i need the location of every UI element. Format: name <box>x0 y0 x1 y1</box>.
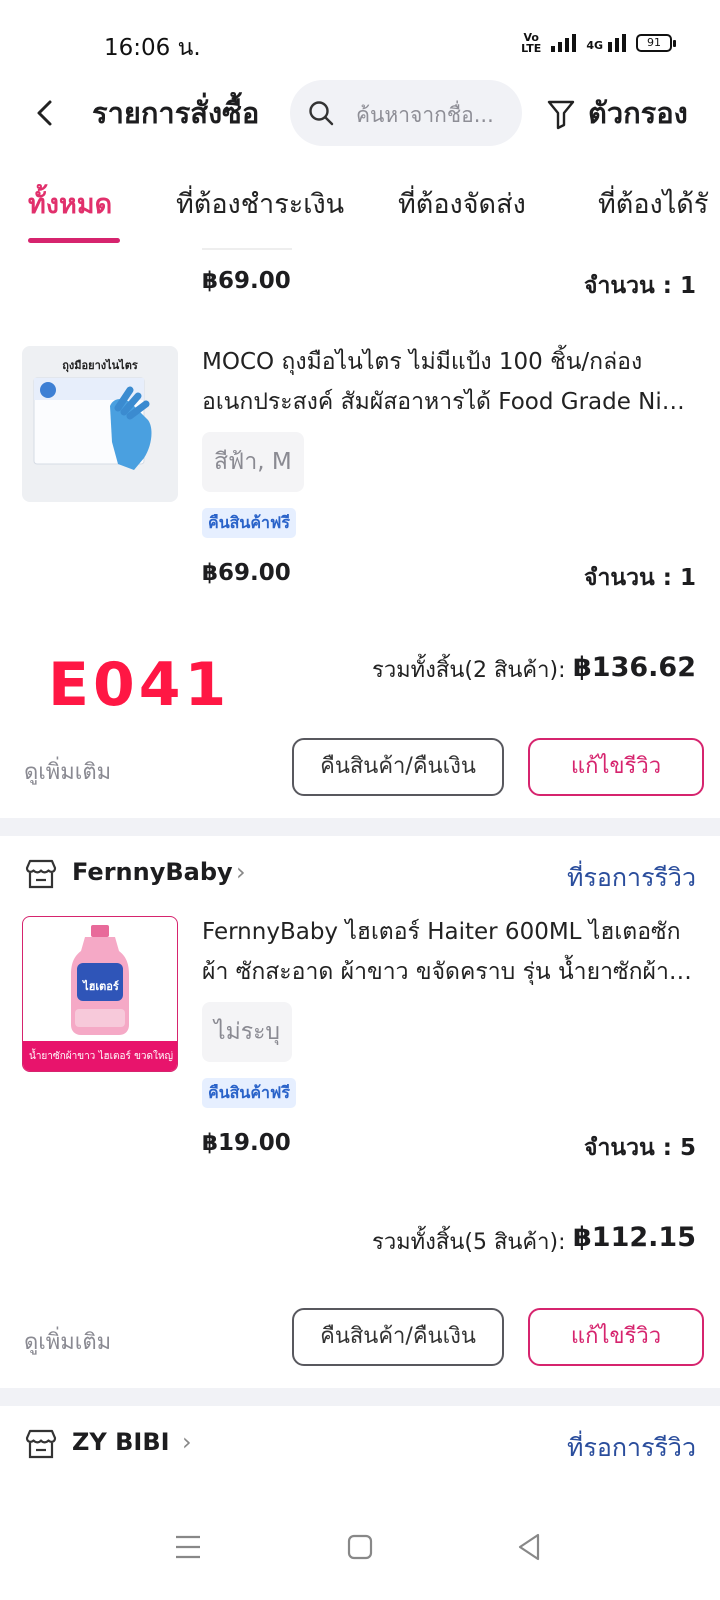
product-name-line1: FernnyBaby ไฮเตอร์ Haiter 600ML ไฮเตอซัก <box>202 919 681 945</box>
battery-icon: 91 <box>636 34 676 52</box>
tab-to-receive[interactable]: ที่ต้องได้รั <box>598 182 708 225</box>
product-name-line2: ผ้า ซักสะอาด ผ้าขาว ขจัดคราบ รุ่น น้ำยาซ… <box>202 959 692 985</box>
order-tabs: ทั้งหมด ที่ต้องชำระเงิน ที่ต้องจัดส่ง ที… <box>0 176 720 248</box>
product-name[interactable]: FernnyBaby ไฮเตอร์ Haiter 600ML ไฮเตอซัก… <box>202 912 692 992</box>
search-input[interactable]: ค้นหาจากชื่อ... <box>290 80 522 146</box>
gloves-box-image <box>33 377 152 470</box>
status-icons: Vo LTE 4G 91 <box>521 31 676 55</box>
shop-icon <box>25 859 57 889</box>
active-tab-indicator <box>28 238 120 243</box>
item-price: ฿69.00 <box>202 268 291 294</box>
back-triangle-icon[interactable] <box>510 1527 550 1567</box>
tab-to-ship[interactable]: ที่ต้องจัดส่ง <box>398 182 526 225</box>
see-more-link[interactable]: ดูเพิ่มเติม <box>24 1324 111 1359</box>
product-name-line1: MOCO ถุงมือไนไตร ไม่มีแป้ง 100 ชิ้น/กล่อ… <box>202 349 643 375</box>
shop-icon <box>25 1429 57 1459</box>
order-total-label: รวมทั้งสิ้น(5 สินค้า): <box>372 1230 566 1255</box>
signal-icon <box>551 34 577 52</box>
product-variant: สีฟ้า, M <box>202 432 304 492</box>
item-quantity: จำนวน : 5 <box>584 1135 696 1161</box>
return-refund-button[interactable]: คืนสินค้า/คืนเงิน <box>292 738 504 796</box>
volte-icon: Vo LTE <box>521 31 542 55</box>
chevron-right-icon[interactable]: › <box>236 858 246 886</box>
order-total-value: ฿136.62 <box>573 652 696 683</box>
search-placeholder: ค้นหาจากชื่อ... <box>356 103 494 127</box>
item-price: ฿69.00 <box>202 560 291 586</box>
shop-name[interactable]: ZY BIBI <box>72 1428 170 1456</box>
back-icon[interactable] <box>30 98 60 128</box>
app-header: รายการสั่งซื้อ ค้นหาจากชื่อ... ตัวกรอง <box>0 80 720 150</box>
item-quantity: จำนวน : 1 <box>584 565 696 591</box>
edit-review-button[interactable]: แก้ไขรีวิว <box>528 1308 704 1366</box>
bottle-label: ไฮเตอร์ <box>83 980 119 993</box>
order-total-value: ฿112.15 <box>573 1222 696 1253</box>
order-status: ที่รอการรีวิว <box>566 863 696 892</box>
order-divider <box>0 1388 720 1406</box>
item-quantity: จำนวน : 1 <box>584 273 696 299</box>
search-icon <box>309 101 334 126</box>
return-refund-button[interactable]: คืนสินค้า/คืนเงิน <box>292 1308 504 1366</box>
signal-4g-icon: 4G <box>586 34 626 52</box>
product-thumbnail-gloves[interactable]: ถุงมือยางไนไตร <box>22 346 178 502</box>
shop-name[interactable]: FernnyBaby <box>72 858 233 886</box>
home-icon[interactable] <box>340 1527 380 1567</box>
item-divider <box>202 248 292 250</box>
free-return-badge: คืนสินค้าฟรี <box>202 508 296 538</box>
product-name-line2: อเนกประสงค์ สัมผัสอาหารได้ Food Grade Ni… <box>202 389 692 415</box>
status-bar: 16:06 น. Vo LTE 4G 91 <box>0 0 720 80</box>
tab-all[interactable]: ทั้งหมด <box>28 182 112 225</box>
free-return-badge: คืนสินค้าฟรี <box>202 1078 296 1108</box>
status-time: 16:06 น. <box>104 35 201 61</box>
filter-button[interactable]: ตัวกรอง <box>588 90 688 136</box>
product-thumbnail-haiter[interactable]: ไฮเตอร์ น้ำยาซักผ้าขาว ไฮเตอร์ ขวดใหญ่ <box>22 916 178 1072</box>
thumbnail-caption: น้ำยาซักผ้าขาว ไฮเตอร์ ขวดใหญ่ <box>23 1041 177 1071</box>
item-price: ฿19.00 <box>202 1130 291 1156</box>
order-divider <box>0 818 720 836</box>
product-variant: ไม่ระบุ <box>202 1002 293 1062</box>
see-more-link[interactable]: ดูเพิ่มเติม <box>24 754 111 789</box>
order-status: ที่รอการรีวิว <box>566 1433 696 1462</box>
filter-icon[interactable] <box>546 98 576 130</box>
menu-icon[interactable] <box>168 1527 208 1567</box>
page-title: รายการสั่งซื้อ <box>92 96 260 130</box>
edit-review-button[interactable]: แก้ไขรีวิว <box>528 738 704 796</box>
product-name[interactable]: MOCO ถุงมือไนไตร ไม่มีแป้ง 100 ชิ้น/กล่อ… <box>202 342 692 422</box>
chevron-right-icon[interactable]: › <box>182 1428 192 1456</box>
overlay-code-label: E041 <box>48 650 231 720</box>
order-total-label: รวมทั้งสิ้น(2 สินค้า): <box>372 658 566 683</box>
system-nav-bar <box>0 1515 720 1600</box>
tab-to-pay[interactable]: ที่ต้องชำระเงิน <box>176 182 344 225</box>
